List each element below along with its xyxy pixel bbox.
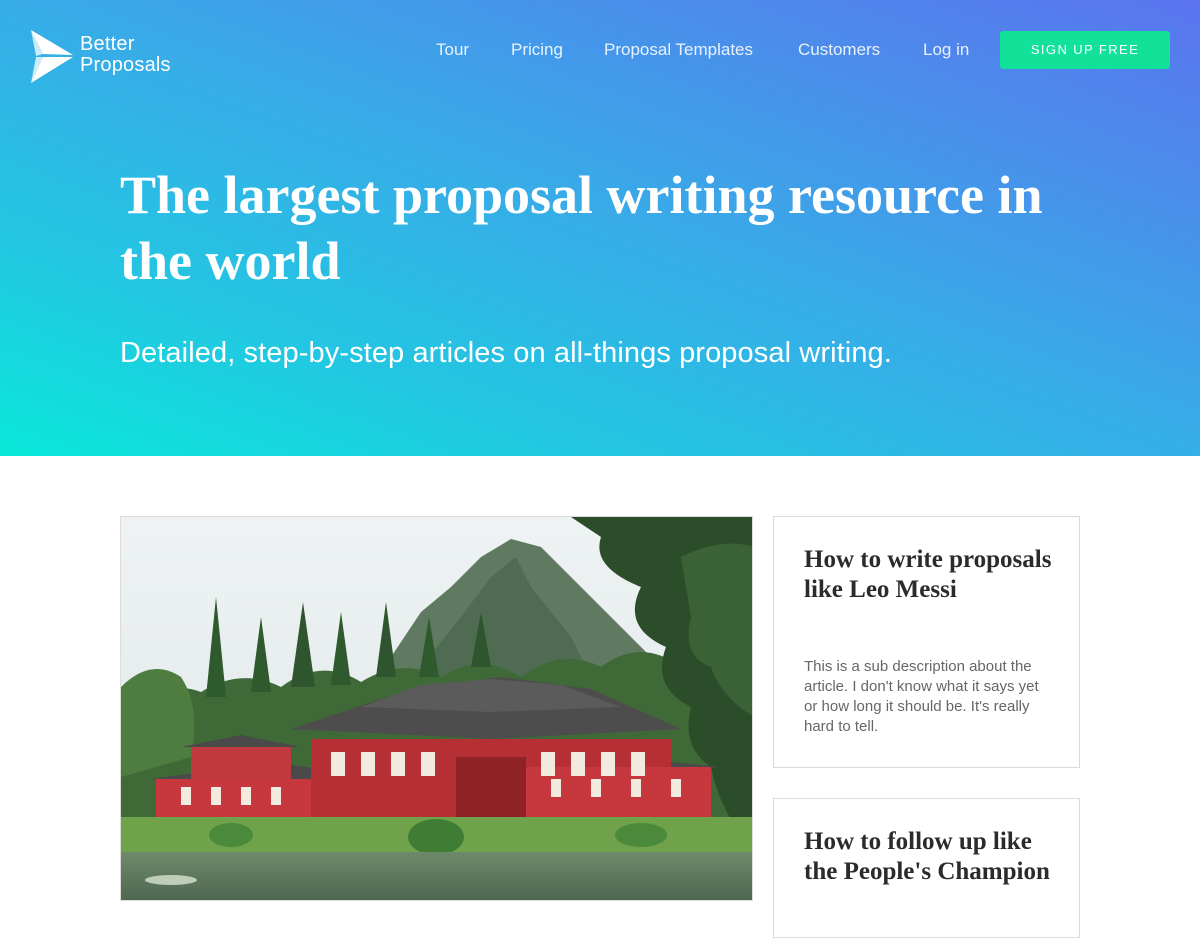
- article-title[interactable]: How to follow up like the People's Champ…: [804, 827, 1054, 887]
- article-card[interactable]: How to write proposals like Leo Messi Th…: [773, 516, 1080, 768]
- featured-article-image[interactable]: [120, 516, 753, 901]
- sign-up-button[interactable]: SIGN UP FREE: [1000, 31, 1170, 69]
- page-title: The largest proposal writing resource in…: [120, 165, 1043, 291]
- nav-link-login[interactable]: Log in: [923, 40, 969, 60]
- nav-link-customers[interactable]: Customers: [798, 40, 880, 60]
- hero-section: Better Proposals Tour Pricing Proposal T…: [0, 0, 1200, 456]
- article-description: This is a sub description about the arti…: [804, 658, 1039, 735]
- article-title[interactable]: How to write proposals like Leo Messi: [804, 545, 1054, 605]
- article-card[interactable]: How to follow up like the People's Champ…: [773, 798, 1080, 938]
- nav-link-pricing[interactable]: Pricing: [511, 40, 563, 60]
- nav-link-tour[interactable]: Tour: [436, 40, 469, 60]
- temple-photo: [121, 517, 752, 900]
- page-subtitle: Detailed, step-by-step articles on all-t…: [120, 337, 892, 369]
- nav-link-proposal-templates[interactable]: Proposal Templates: [604, 40, 753, 60]
